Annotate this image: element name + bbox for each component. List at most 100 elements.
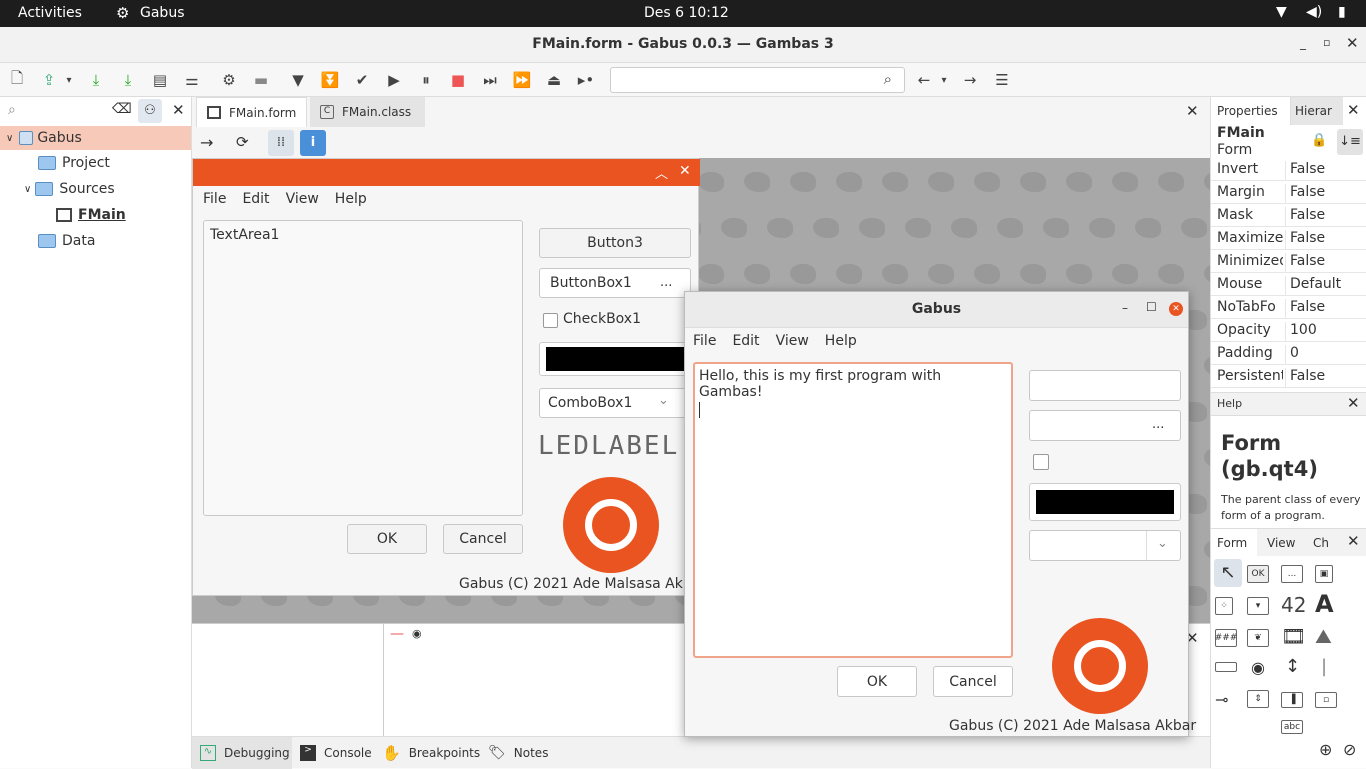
check-icon[interactable]: ✔: [351, 69, 373, 91]
tree-item-project[interactable]: Project: [38, 151, 110, 175]
open-project-icon[interactable]: ⇪: [38, 69, 60, 91]
close-icon[interactable]: ✕: [679, 163, 691, 179]
app-menu-label[interactable]: Gabus: [140, 5, 184, 21]
run-icon[interactable]: ▶: [383, 69, 405, 91]
property-row[interactable]: Mouse Default: [1211, 273, 1366, 296]
property-row[interactable]: Margin False: [1211, 181, 1366, 204]
textarea-tool-icon[interactable]: abc: [1281, 720, 1303, 734]
grid-icon[interactable]: ⁞⁞: [268, 130, 294, 156]
property-row[interactable]: Mask False: [1211, 204, 1366, 227]
disable-icon[interactable]: ⊘: [1343, 740, 1356, 759]
close-icon[interactable]: ✕: [1347, 394, 1360, 412]
menu-icon[interactable]: ☰: [991, 69, 1013, 91]
sort-icon[interactable]: ↓≡: [1337, 129, 1363, 155]
zoom-icon[interactable]: ⊕: [1319, 740, 1332, 759]
running-checkbox[interactable]: [1033, 454, 1049, 470]
color-button[interactable]: [539, 342, 700, 376]
menu-file[interactable]: File: [203, 191, 226, 207]
pointer-icon[interactable]: ↖: [1214, 559, 1242, 587]
checkbox1-box[interactable]: [543, 313, 558, 328]
menu-help[interactable]: Help: [335, 191, 367, 207]
filter-icon[interactable]: ⌕: [8, 102, 16, 118]
textarea1[interactable]: TextArea1: [203, 220, 523, 516]
tab-notes[interactable]: 🏷 Notes: [488, 737, 548, 769]
close-icon[interactable]: ✕: [1346, 34, 1359, 52]
property-row[interactable]: Padding 0: [1211, 342, 1366, 365]
running-button3[interactable]: [1029, 370, 1181, 401]
button3[interactable]: Button3: [539, 228, 691, 258]
running-buttonbox[interactable]: ...: [1029, 410, 1181, 441]
gear-icon[interactable]: ⚙: [218, 69, 240, 91]
menu-view[interactable]: View: [776, 333, 809, 349]
menu-file[interactable]: File: [693, 333, 716, 349]
tab-view[interactable]: View: [1267, 536, 1295, 550]
eject-icon[interactable]: ⏏: [543, 69, 565, 91]
property-row[interactable]: Invert False: [1211, 158, 1366, 181]
properties-icon[interactable]: ▤: [149, 69, 171, 91]
menu-view[interactable]: View: [286, 191, 319, 207]
pause-icon[interactable]: ⏸: [415, 69, 437, 91]
progressbar-tool-icon[interactable]: [1215, 662, 1237, 672]
save-icon[interactable]: ⤓: [85, 69, 107, 91]
forward-icon[interactable]: ⏩: [511, 69, 533, 91]
chevron-down-icon[interactable]: ⌄: [1157, 536, 1168, 551]
property-value[interactable]: 0: [1285, 345, 1299, 365]
chevron-down-icon[interactable]: ▾: [933, 69, 955, 91]
eye-icon[interactable]: ◉: [412, 627, 422, 640]
property-row[interactable]: Minimized False: [1211, 250, 1366, 273]
chevron-down-icon[interactable]: ▾: [58, 69, 80, 91]
scrollbar-tool-icon[interactable]: ↕: [1285, 656, 1300, 677]
stop-icon[interactable]: ■: [447, 69, 469, 91]
splitter-tool-icon[interactable]: ▐: [1281, 692, 1303, 708]
ok-button[interactable]: OK: [347, 524, 427, 554]
tab-fmain-form[interactable]: FMain.form: [196, 97, 308, 127]
battery-icon[interactable]: ▮: [1338, 4, 1346, 20]
tree-root[interactable]: ∨ Gabus: [0, 126, 191, 150]
image-tool-icon[interactable]: ⛰: [1315, 624, 1332, 648]
switch-tool-icon[interactable]: ▫: [1315, 692, 1337, 708]
separator-tool-icon[interactable]: |: [1321, 656, 1327, 677]
volume-icon[interactable]: ◀): [1306, 4, 1322, 20]
minimize-icon[interactable]: –: [1122, 301, 1128, 315]
maskbox-tool-icon[interactable]: ###: [1215, 629, 1237, 647]
back-icon[interactable]: ←: [913, 69, 935, 91]
property-value[interactable]: False: [1285, 230, 1325, 250]
dice-tool-icon[interactable]: ⁘: [1215, 597, 1233, 615]
clock[interactable]: Des 6 10:12: [644, 5, 729, 21]
property-row[interactable]: Maximize False: [1211, 227, 1366, 250]
tab-fmain-class[interactable]: C FMain.class: [310, 97, 425, 127]
tree-item-data[interactable]: Data: [38, 229, 95, 253]
chevron-down-icon[interactable]: ∨: [24, 184, 31, 195]
menu-help[interactable]: Help: [825, 333, 857, 349]
slider-tool-icon[interactable]: ⊸: [1215, 690, 1228, 709]
tab-debugging[interactable]: ∿ Debugging: [192, 737, 292, 769]
tree-item-sources[interactable]: ∨ Sources: [24, 177, 115, 201]
compile-icon[interactable]: ▼: [287, 69, 309, 91]
close-icon[interactable]: ✕: [1347, 101, 1360, 119]
buttonbox-dots[interactable]: ...: [1152, 417, 1164, 432]
property-row[interactable]: Persistent False: [1211, 365, 1366, 388]
property-row[interactable]: Opacity 100: [1211, 319, 1366, 342]
combobox-tool-icon[interactable]: ▾: [1247, 597, 1269, 615]
property-value[interactable]: Default: [1285, 276, 1341, 296]
step-icon[interactable]: ⏭: [479, 69, 501, 91]
running-ok-button[interactable]: OK: [837, 666, 917, 697]
chevron-down-icon[interactable]: ∨: [6, 133, 13, 144]
button-tool-icon[interactable]: OK: [1247, 565, 1269, 583]
radio-tool-icon[interactable]: ◉: [1251, 658, 1265, 677]
minimize-icon[interactable]: _: [1300, 36, 1306, 50]
wifi-icon[interactable]: ▼: [1276, 4, 1287, 20]
remove-icon[interactable]: —: [390, 626, 404, 642]
run-to-icon[interactable]: ▸•: [575, 69, 597, 91]
property-value[interactable]: False: [1285, 161, 1325, 181]
property-value[interactable]: False: [1285, 368, 1325, 388]
combobox1[interactable]: ComboBox1 ⌄: [539, 388, 691, 418]
chevron-up-icon[interactable]: ︿: [655, 163, 668, 182]
menu-edit[interactable]: Edit: [732, 333, 759, 349]
label-tool-icon[interactable]: A: [1315, 590, 1334, 618]
buttonbox1[interactable]: ButtonBox1 ...: [539, 268, 691, 298]
forward-arrow-icon[interactable]: →: [959, 69, 981, 91]
lcd-tool-icon[interactable]: 42: [1281, 593, 1306, 617]
property-row[interactable]: NoTabFo False: [1211, 296, 1366, 319]
refresh-icon[interactable]: ⟳: [236, 133, 249, 151]
